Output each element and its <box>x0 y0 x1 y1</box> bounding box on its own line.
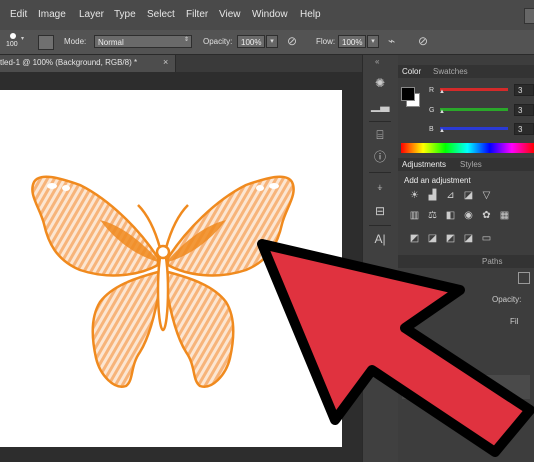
pointer-arrow-icon <box>257 239 534 457</box>
